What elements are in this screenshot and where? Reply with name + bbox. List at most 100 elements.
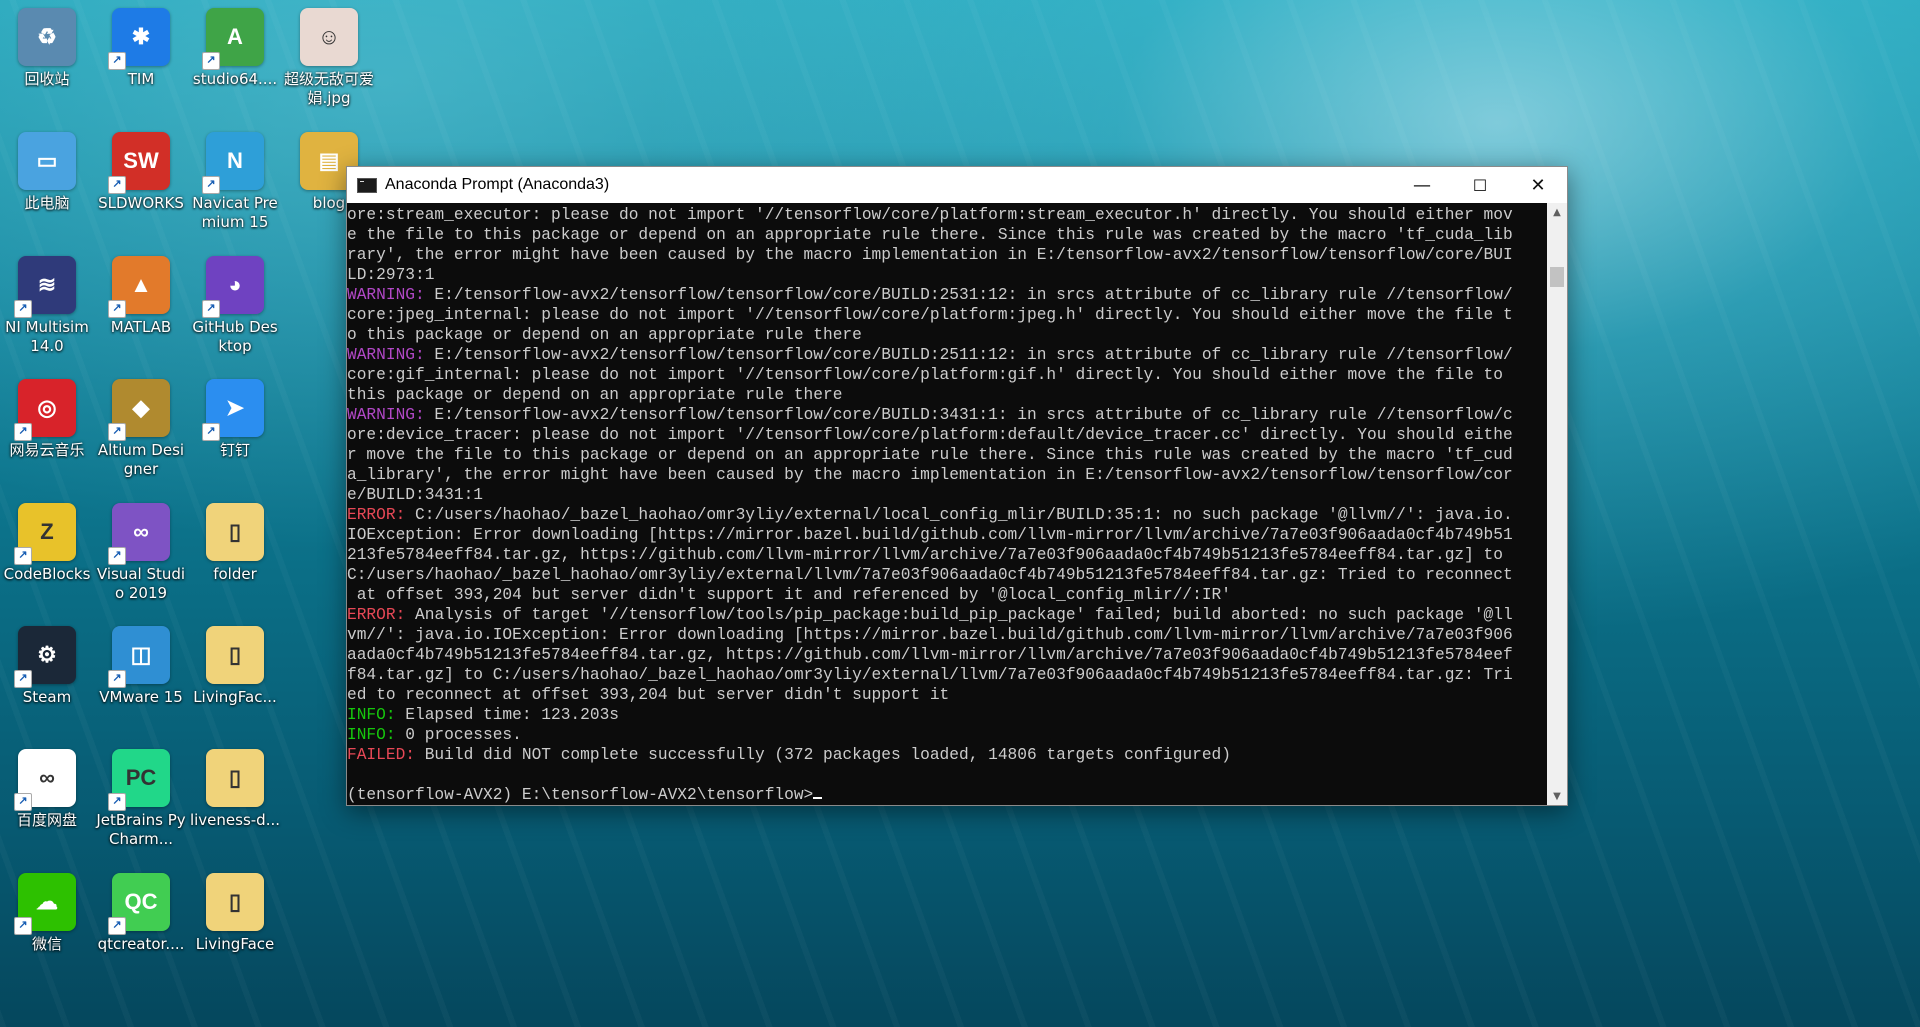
shortcut-arrow-icon: ↗: [108, 917, 126, 935]
close-button[interactable]: ✕: [1509, 167, 1567, 203]
shortcut-arrow-icon: ↗: [14, 793, 32, 811]
terminal-line: WARNING: E:/tensorflow-avx2/tensorflow/t…: [347, 405, 1547, 425]
terminal-line-text: LD:2973:1: [347, 266, 435, 284]
terminal-line-text: (tensorflow-AVX2) E:\tensorflow-AVX2\ten…: [347, 786, 814, 804]
terminal-line: at offset 393,204 but server didn't supp…: [347, 585, 1547, 605]
desktop-shortcut-label: Steam: [22, 688, 72, 706]
baidu-netdisk-icon: ∞ ↗: [14, 749, 76, 811]
desktop-shortcut[interactable]: ∞ ↗ 百度网盘: [0, 743, 94, 830]
terminal-line-text: e/BUILD:3431:1: [347, 486, 483, 504]
log-level-tag: INFO:: [347, 706, 396, 724]
log-level-tag: WARNING:: [347, 286, 425, 304]
shortcut-arrow-icon: ↗: [108, 793, 126, 811]
desktop-shortcut[interactable]: ⚙ ↗ Steam: [0, 620, 94, 707]
desktop-shortcut[interactable]: N ↗ Navicat Premium 15: [188, 126, 282, 232]
shortcut-arrow-icon: ↗: [108, 547, 126, 565]
desktop-shortcut-label: 网易云音乐: [9, 441, 85, 459]
desktop-shortcut[interactable]: ☁ ↗ 微信: [0, 867, 94, 954]
terminal-line-text: ore:device_tracer: please do not import …: [347, 426, 1513, 444]
desktop-shortcut[interactable]: ➤ ↗ 钉钉: [188, 373, 282, 460]
shortcut-arrow-icon: ↗: [108, 670, 126, 688]
desktop-shortcut[interactable]: Z ↗ CodeBlocks: [0, 497, 94, 584]
desktop-shortcut-label: SLDWORKS: [98, 194, 184, 212]
terminal-line: WARNING: E:/tensorflow-avx2/tensorflow/t…: [347, 285, 1547, 305]
dingtalk-icon: ➤ ↗: [202, 379, 264, 441]
multisim-icon: ≋ ↗: [14, 256, 76, 318]
wechat-icon: ☁ ↗: [14, 873, 76, 935]
desktop-shortcut[interactable]: A ↗ studio64....: [188, 2, 282, 89]
terminal-line-text: r move the file to this package or depen…: [347, 446, 1513, 464]
desktop-shortcut[interactable]: ◆ ↗ Altium Designer: [94, 373, 188, 479]
desktop-shortcut[interactable]: ▭ 此电脑: [0, 126, 94, 213]
desktop-shortcut-label: CodeBlocks: [3, 565, 91, 583]
desktop-shortcut[interactable]: ☺ 超级无敌可爱娟.jpg: [282, 2, 376, 108]
desktop-shortcut[interactable]: ▯ LivingFac...: [188, 620, 282, 707]
terminal-output[interactable]: ore:stream_executor: please do not impor…: [347, 203, 1547, 805]
terminal-line-text: C:/users/haohao/_bazel_haohao/omr3yliy/e…: [405, 506, 1513, 524]
desktop-shortcut-label: Altium Designer: [97, 441, 185, 478]
scroll-down-icon[interactable]: ▼: [1547, 787, 1567, 805]
desktop-shortcut[interactable]: QC ↗ qtcreator....: [94, 867, 188, 954]
scroll-up-icon[interactable]: ▲: [1547, 203, 1567, 221]
desktop-shortcut-label: studio64....: [192, 70, 278, 88]
minimize-button[interactable]: —: [1393, 167, 1451, 203]
scrollbar-thumb[interactable]: [1550, 267, 1564, 287]
desktop-shortcut[interactable]: ◕ ↗ GitHub Desktop: [188, 250, 282, 356]
anaconda-prompt-window[interactable]: Anaconda Prompt (Anaconda3) — ☐ ✕ ore:st…: [346, 166, 1568, 806]
desktop-shortcut[interactable]: ▯ liveness-d...: [188, 743, 282, 830]
terminal-line: core:jpeg_internal: please do not import…: [347, 305, 1547, 325]
desktop-shortcut-label: 钉钉: [219, 441, 250, 459]
desktop-shortcut[interactable]: SW ↗ SLDWORKS: [94, 126, 188, 213]
shortcut-arrow-icon: ↗: [14, 547, 32, 565]
shortcut-arrow-icon: ↗: [108, 176, 126, 194]
folder-icon: ▯: [206, 749, 264, 807]
desktop-shortcut[interactable]: ≋ ↗ NI Multisim 14.0: [0, 250, 94, 356]
terminal-line-text: core:gif_internal: please do not import …: [347, 366, 1503, 384]
title-bar[interactable]: Anaconda Prompt (Anaconda3) — ☐ ✕: [347, 167, 1567, 203]
terminal-line-text: vm//': java.io.IOException: Error downlo…: [347, 626, 1513, 644]
desktop-shortcut-label: LivingFac...: [193, 688, 277, 706]
desktop-shortcut-label: GitHub Desktop: [192, 318, 278, 355]
terminal-line-text: 0 processes.: [395, 726, 522, 744]
shortcut-arrow-icon: ↗: [108, 52, 126, 70]
terminal-line: e the file to this package or depend on …: [347, 225, 1547, 245]
vertical-scrollbar[interactable]: ▲ ▼: [1547, 203, 1567, 805]
desktop-shortcut[interactable]: ◎ ↗ 网易云音乐: [0, 373, 94, 460]
terminal-line-text: this package or depend on an appropriate…: [347, 386, 843, 404]
codeblocks-icon: Z ↗: [14, 503, 76, 565]
desktop-shortcut[interactable]: ♻ 回收站: [0, 2, 94, 89]
tim-icon: ✱ ↗: [108, 8, 170, 70]
terminal-line-text: Elapsed time: 123.203s: [395, 706, 620, 724]
desktop-shortcut[interactable]: ▯ LivingFace: [188, 867, 282, 954]
terminal-line: ore:device_tracer: please do not import …: [347, 425, 1547, 445]
terminal-line-text: E:/tensorflow-avx2/tensorflow/tensorflow…: [424, 286, 1513, 304]
shortcut-arrow-icon: ↗: [202, 52, 220, 70]
terminal-line: C:/users/haohao/_bazel_haohao/omr3yliy/e…: [347, 565, 1547, 585]
desktop-shortcut[interactable]: PC ↗ JetBrains PyCharm...: [94, 743, 188, 849]
terminal-line-text: core:jpeg_internal: please do not import…: [347, 306, 1513, 324]
desktop-shortcut-label: 此电脑: [24, 194, 70, 212]
desktop-shortcut[interactable]: ✱ ↗ TIM: [94, 2, 188, 89]
terminal-line-text: E:/tensorflow-avx2/tensorflow/tensorflow…: [424, 406, 1513, 424]
solidworks-icon: SW ↗: [108, 132, 170, 194]
terminal-line: core:gif_internal: please do not import …: [347, 365, 1547, 385]
desktop-shortcut-label: MATLAB: [110, 318, 172, 336]
desktop-shortcut[interactable]: ∞ ↗ Visual Studio 2019: [94, 497, 188, 603]
maximize-button[interactable]: ☐: [1451, 167, 1509, 203]
desktop-shortcut[interactable]: ▲ ↗ MATLAB: [94, 250, 188, 337]
log-level-tag: FAILED:: [347, 746, 415, 764]
terminal-line-text: 213fe5784eeff84.tar.gz, https://github.c…: [347, 546, 1503, 564]
desktop-shortcut-label: 超级无敌可爱娟.jpg: [283, 70, 374, 107]
terminal-line-text: e the file to this package or depend on …: [347, 226, 1513, 244]
shortcut-arrow-icon: ↗: [14, 423, 32, 441]
desktop-shortcut[interactable]: ◫ ↗ VMware 15: [94, 620, 188, 707]
terminal-line: e/BUILD:3431:1: [347, 485, 1547, 505]
terminal-line: ERROR: C:/users/haohao/_bazel_haohao/omr…: [347, 505, 1547, 525]
folder-icon: ▯: [206, 626, 264, 684]
log-level-tag: WARNING:: [347, 406, 425, 424]
folder-icon: ▯: [206, 873, 264, 931]
desktop-shortcut-label: Navicat Premium 15: [192, 194, 278, 231]
desktop-shortcut[interactable]: ▯ folder: [188, 497, 282, 584]
shortcut-arrow-icon: ↗: [14, 670, 32, 688]
